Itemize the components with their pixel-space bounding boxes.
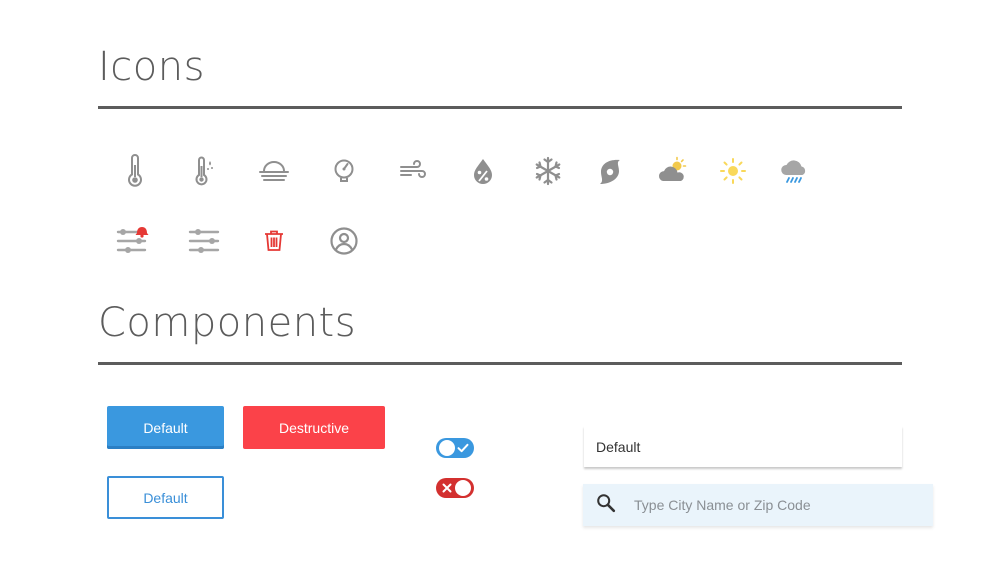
sliders-icon[interactable] (184, 221, 224, 261)
hurricane-icon (590, 151, 630, 191)
icons-section-title: Icons (98, 44, 205, 90)
default-outline-button[interactable]: Default (107, 476, 224, 519)
barometer-icon (324, 151, 364, 191)
select-value: Default (596, 438, 641, 455)
sliders-alert-icon[interactable] (111, 221, 151, 261)
user-circle-icon[interactable] (324, 221, 364, 261)
default-select[interactable]: Default (584, 426, 902, 467)
humidity-percent-icon (463, 151, 503, 191)
toggle-off[interactable] (436, 478, 474, 498)
components-divider (98, 362, 902, 365)
fog-icon (254, 151, 294, 191)
check-icon (456, 441, 470, 455)
icons-divider (98, 106, 902, 109)
sun-icon (713, 151, 753, 191)
toggle-knob (439, 440, 455, 456)
partly-cloudy-icon (652, 151, 692, 191)
thermometer-humidity-icon (183, 151, 223, 191)
snowflake-icon (528, 151, 568, 191)
city-search-box[interactable] (583, 484, 933, 526)
search-icon (595, 492, 617, 519)
trash-icon[interactable] (254, 221, 294, 261)
thermometer-icon (115, 151, 155, 191)
toggle-knob (455, 480, 471, 496)
x-icon (440, 481, 454, 495)
default-primary-button[interactable]: Default (107, 406, 224, 449)
components-section-title: Components (98, 300, 357, 346)
destructive-button[interactable]: Destructive (243, 406, 385, 449)
toggle-on[interactable] (436, 438, 474, 458)
rain-cloud-icon (775, 151, 815, 191)
wind-icon (393, 151, 433, 191)
search-input[interactable] (632, 496, 926, 514)
